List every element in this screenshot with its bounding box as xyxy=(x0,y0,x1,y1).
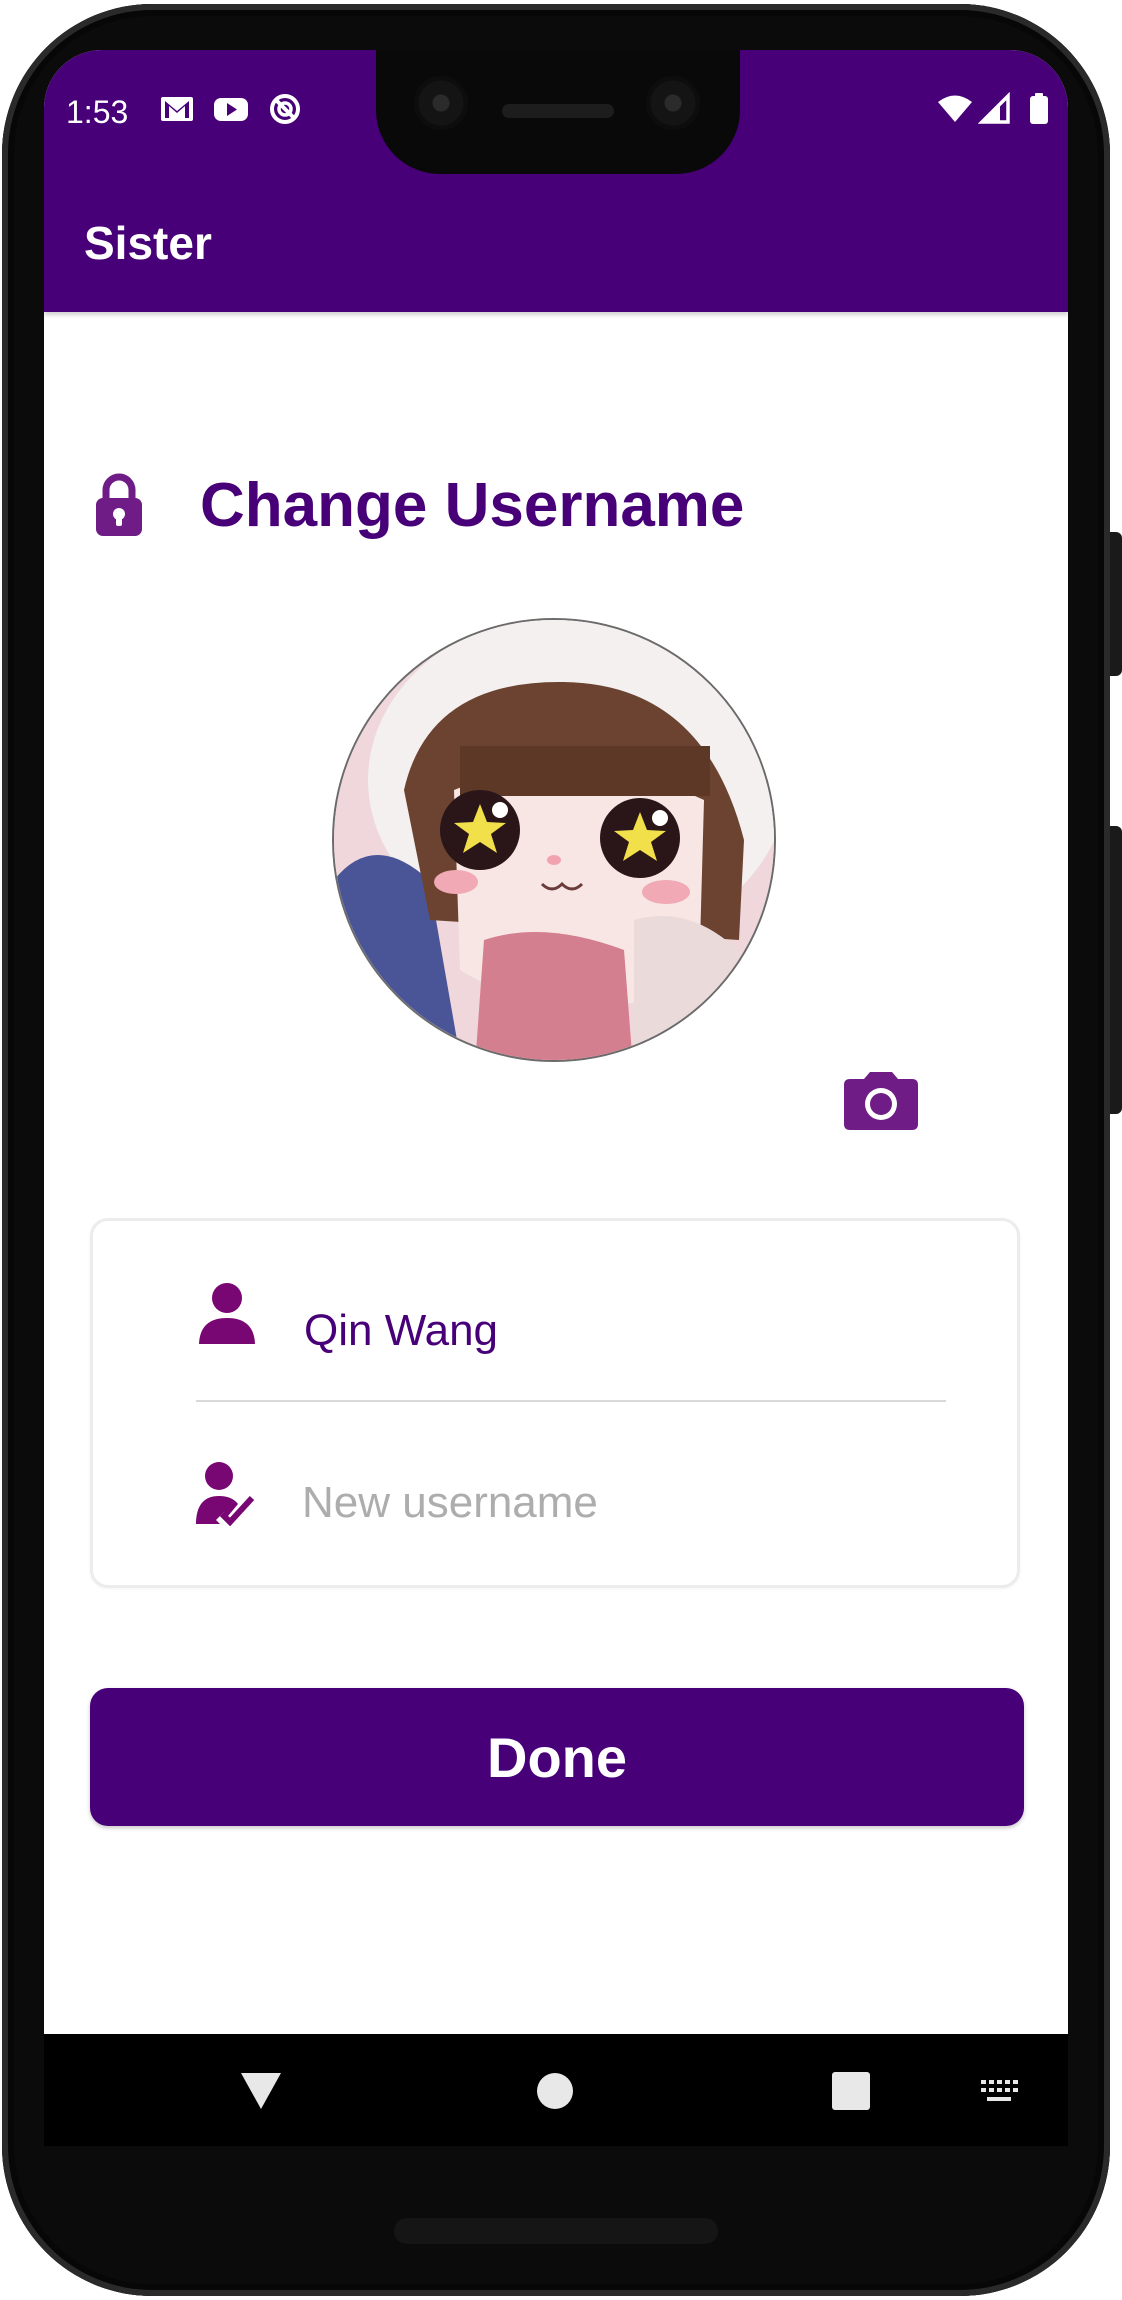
back-triangle-icon[interactable] xyxy=(226,2056,296,2126)
battery-icon xyxy=(1020,92,1058,126)
lock-icon xyxy=(94,472,144,538)
system-navigation-bar xyxy=(44,2034,1068,2146)
keyboard-icon[interactable] xyxy=(964,2056,1034,2126)
youtube-icon xyxy=(212,92,250,126)
do-not-disturb-icon xyxy=(266,92,304,126)
home-circle-icon[interactable] xyxy=(520,2056,590,2126)
chin-speaker-grille xyxy=(394,2218,718,2244)
gmail-icon xyxy=(158,92,196,126)
section-title: Change Username xyxy=(200,471,745,540)
front-camera-secondary xyxy=(646,76,700,130)
app-bar: 1:53 Sister xyxy=(44,50,1068,312)
cellular-signal-icon xyxy=(977,91,1016,126)
earpiece xyxy=(502,104,614,118)
recents-square-icon[interactable] xyxy=(816,2056,886,2126)
form-divider xyxy=(196,1400,946,1402)
current-username: Qin Wang xyxy=(304,1306,499,1355)
new-username-input[interactable] xyxy=(302,1468,942,1538)
status-time: 1:53 xyxy=(66,94,129,130)
camera-notch xyxy=(376,50,740,174)
profile-avatar[interactable] xyxy=(332,618,776,1062)
front-camera xyxy=(414,76,468,130)
volume-button xyxy=(1110,826,1122,1114)
screen: 1:53 Sister Change Username Qin Wang New… xyxy=(44,50,1068,2146)
person-check-icon xyxy=(194,1460,256,1527)
camera-icon[interactable] xyxy=(842,1070,920,1132)
power-button xyxy=(1110,532,1122,676)
app-bar-title: Sister xyxy=(84,217,212,269)
person-icon xyxy=(196,1280,258,1346)
done-button[interactable]: Done xyxy=(90,1688,1024,1826)
wifi-icon xyxy=(936,92,974,126)
device-frame: 1:53 Sister Change Username Qin Wang New… xyxy=(0,0,1122,2300)
